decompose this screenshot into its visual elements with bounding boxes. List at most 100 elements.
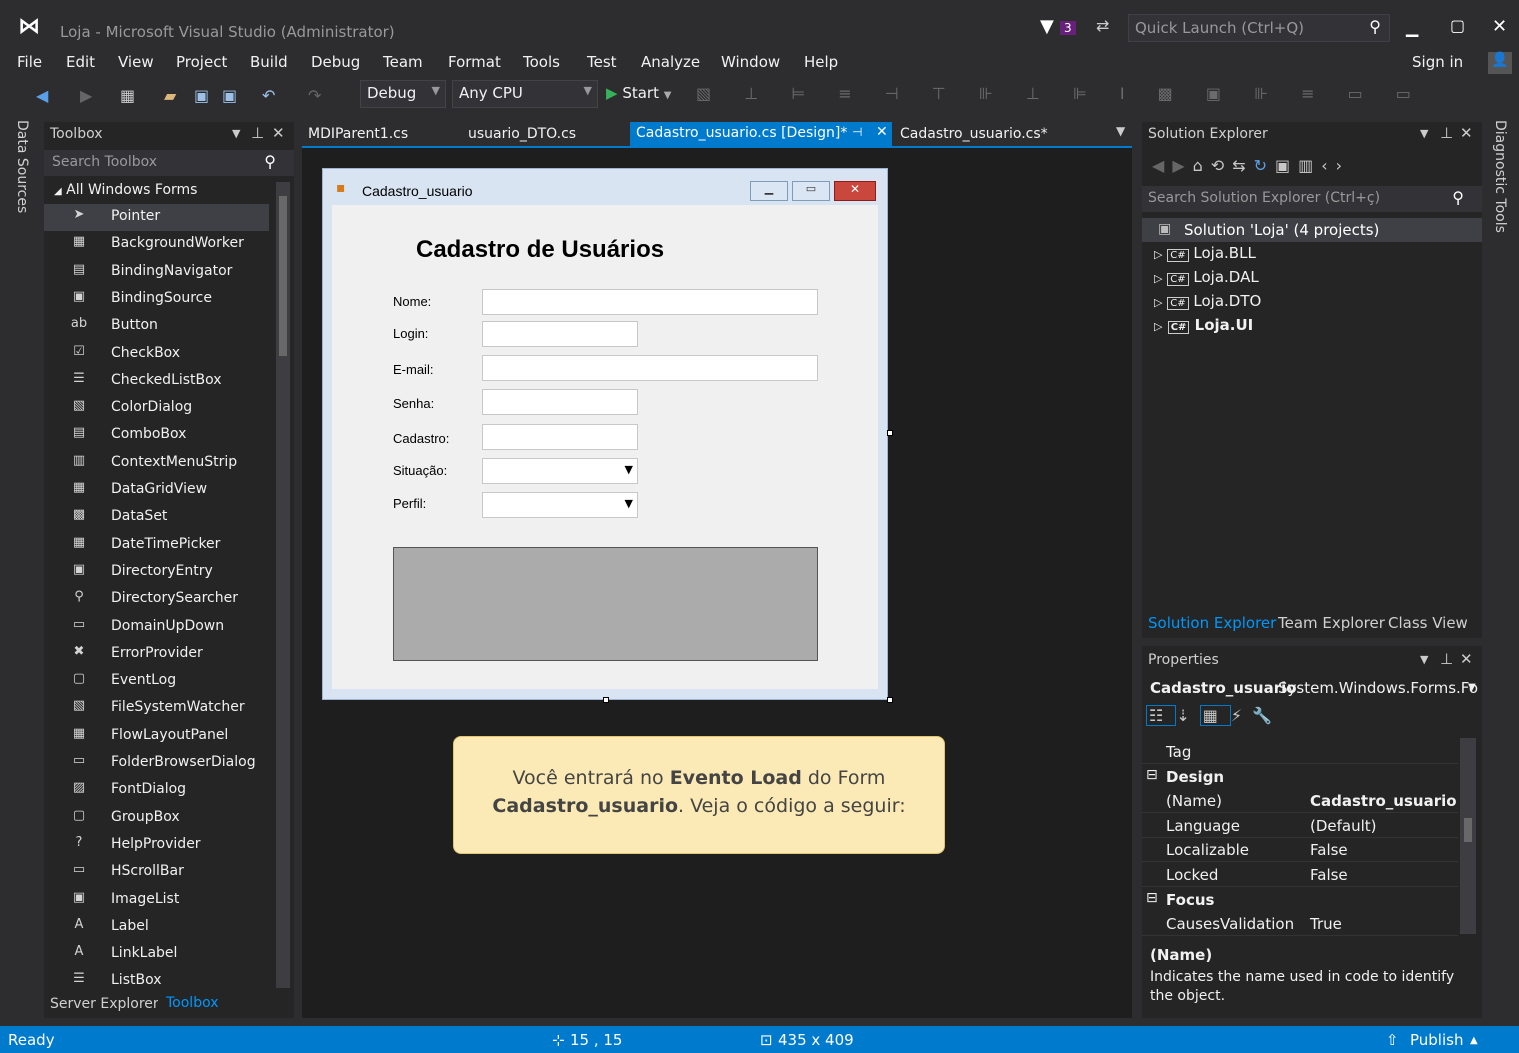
minimize-button[interactable]: ▁	[1406, 18, 1418, 37]
property-category[interactable]: ⊟ Focus	[1142, 888, 1458, 912]
select-perfil[interactable]: ▼	[482, 492, 638, 518]
project-node-startup[interactable]: ▷ C# Loja.UI	[1154, 316, 1253, 334]
start-button[interactable]: ▶ Start ▼	[606, 84, 671, 102]
properties-icon[interactable]: ▦	[1199, 705, 1231, 726]
close-icon[interactable]: ✕	[1460, 124, 1473, 142]
property-value[interactable]: (Default)	[1310, 817, 1377, 835]
form-minimize-button[interactable]: ▁	[750, 181, 788, 201]
alphabetical-icon[interactable]: ⇣	[1176, 706, 1199, 725]
toolbox-item[interactable]: ▦ DataGridView	[44, 477, 269, 504]
toolbox-item[interactable]: ▥ ContextMenuStrip	[44, 450, 269, 477]
toolbox-item[interactable]: ▭ DomainUpDown	[44, 614, 269, 641]
toolbox-item[interactable]: ✖ ErrorProvider	[44, 641, 269, 668]
collapse-icon[interactable]: ⊟	[1146, 767, 1158, 783]
platform-select[interactable]: Any CPU ▼	[452, 80, 598, 108]
property-value[interactable]: False	[1310, 841, 1348, 859]
forward-icon[interactable]: ▶	[1172, 156, 1192, 175]
property-row[interactable]: Tag	[1142, 740, 1458, 764]
publish-icon[interactable]: ⇧	[1386, 1031, 1399, 1049]
property-row[interactable]: Language (Default)	[1142, 814, 1458, 838]
solution-node[interactable]: ▣ Solution 'Loja' (4 projects)	[1142, 218, 1482, 242]
sign-in-link[interactable]: Sign in	[1412, 53, 1463, 71]
input-cadastro[interactable]	[482, 424, 638, 450]
refresh-icon[interactable]: ↻	[1254, 156, 1275, 175]
resize-handle-right[interactable]	[887, 430, 893, 436]
toolbox-item[interactable]: ? HelpProvider	[44, 832, 269, 859]
redo-icon[interactable]: ↷	[308, 86, 321, 105]
close-icon[interactable]: ✕	[272, 124, 285, 142]
menu-analyze[interactable]: Analyze	[641, 53, 700, 71]
toolbox-item[interactable]: ▤ ComboBox	[44, 422, 269, 449]
tab-overflow-icon[interactable]: ▼	[1116, 124, 1125, 138]
form-close-button[interactable]: ✕	[834, 181, 876, 201]
toolbox-item[interactable]: ▧ FileSystemWatcher	[44, 695, 269, 722]
property-row[interactable]: (Name) Cadastro_usuario	[1142, 789, 1458, 814]
back-icon[interactable]: ◀	[1152, 156, 1172, 175]
toolbox-item[interactable]: ab Button	[44, 313, 269, 340]
toolbox-item[interactable]: ☰ ListBox	[44, 968, 269, 994]
input-nome[interactable]	[482, 289, 818, 315]
input-login[interactable]	[482, 321, 638, 347]
toolbox-item[interactable]: ☰ CheckedListBox	[44, 368, 269, 395]
tab-solution-explorer[interactable]: Solution Explorer	[1142, 612, 1283, 634]
collapse-all-icon[interactable]: ▣	[1275, 156, 1298, 175]
property-value[interactable]: True	[1310, 915, 1342, 933]
property-row[interactable]: Localizable False	[1142, 838, 1458, 863]
open-file-icon[interactable]: ▰	[164, 86, 176, 105]
resize-handle-corner[interactable]	[887, 697, 893, 703]
toolbox-item[interactable]: A Label	[44, 914, 269, 941]
pin-icon[interactable]: ⊥	[1440, 650, 1453, 668]
toolbox-item[interactable]: A LinkLabel	[44, 941, 269, 968]
tab-team-explorer[interactable]: Team Explorer	[1278, 614, 1385, 632]
data-sources-tab[interactable]: Data Sources	[14, 120, 30, 213]
property-value[interactable]: False	[1310, 866, 1348, 884]
menu-test[interactable]: Test	[587, 53, 617, 71]
toolbox-item[interactable]: ▩ DataSet	[44, 504, 269, 531]
quick-launch-input[interactable]: Quick Launch (Ctrl+Q) ⚲	[1128, 14, 1390, 42]
close-button[interactable]: ✕	[1492, 16, 1507, 37]
account-icon[interactable]: 👤	[1488, 52, 1512, 74]
filter-icon[interactable]: ▼	[1040, 16, 1054, 37]
project-node[interactable]: ▷ C# Loja.DTO	[1154, 292, 1261, 310]
toolbox-item[interactable]: ▭ HScrollBar	[44, 859, 269, 886]
project-node[interactable]: ▷ C# Loja.BLL	[1154, 244, 1256, 262]
events-icon[interactable]: ⚡	[1231, 706, 1252, 725]
tab-cadastro-design-active[interactable]: Cadastro_usuario.cs [Design]* ⊣ ✕	[630, 122, 892, 146]
form-maximize-button[interactable]: ▭	[792, 181, 830, 201]
toolbox-item[interactable]: ▣ DirectoryEntry	[44, 559, 269, 586]
history-icon[interactable]: ⟲	[1211, 156, 1232, 175]
diagnostic-tools-tab[interactable]: Diagnostic Tools	[1492, 120, 1508, 233]
sync-icon[interactable]: ⇆	[1232, 156, 1253, 175]
menu-help[interactable]: Help	[804, 53, 838, 71]
chevron-up-icon[interactable]: ▲	[1470, 1035, 1478, 1046]
menu-project[interactable]: Project	[176, 53, 227, 71]
toolbox-group-header[interactable]: ◢ All Windows Forms	[54, 182, 197, 198]
input-senha[interactable]	[482, 389, 638, 415]
pin-icon[interactable]: ⊥	[251, 124, 264, 142]
toolbox-item[interactable]: ▨ FontDialog	[44, 777, 269, 804]
object-selector[interactable]: Cadastro_usuario System.Windows.Forms.Fo…	[1142, 676, 1482, 702]
panel-menu-icon[interactable]: ▼	[232, 127, 240, 140]
code-view-icon[interactable]: ‹›	[1321, 156, 1350, 175]
tab-cadastro-code[interactable]: Cadastro_usuario.cs*	[894, 124, 1054, 146]
toolbox-item[interactable]: ▦ DateTimePicker	[44, 532, 269, 559]
tab-mdiparent1[interactable]: MDIParent1.cs	[302, 124, 414, 146]
toolbox-item[interactable]: ▣ BindingSource	[44, 286, 269, 313]
toolbox-item[interactable]: ▦ FlowLayoutPanel	[44, 723, 269, 750]
copy-icon[interactable]: ▥	[1298, 156, 1321, 175]
close-tab-icon[interactable]: ✕	[876, 124, 888, 140]
forward-icon[interactable]: ▶	[80, 86, 92, 105]
toolbox-item[interactable]: ▤ BindingNavigator	[44, 259, 269, 286]
menu-format[interactable]: Format	[448, 53, 501, 71]
data-grid-placeholder[interactable]	[393, 547, 818, 661]
tab-usuario-dto[interactable]: usuario_DTO.cs	[462, 124, 582, 146]
menu-view[interactable]: View	[118, 53, 154, 71]
toolbox-scrollbar[interactable]	[276, 182, 290, 988]
menu-tools[interactable]: Tools	[523, 53, 560, 71]
categorized-icon[interactable]: ☷	[1146, 705, 1177, 726]
toolbox-item[interactable]: ▦ BackgroundWorker	[44, 231, 269, 258]
project-node[interactable]: ▷ C# Loja.DAL	[1154, 268, 1259, 286]
select-situacao[interactable]: ▼	[482, 458, 638, 484]
solution-search-input[interactable]: Search Solution Explorer (Ctrl+ç) ⚲	[1142, 186, 1482, 212]
scrollbar-thumb[interactable]	[1464, 818, 1472, 842]
